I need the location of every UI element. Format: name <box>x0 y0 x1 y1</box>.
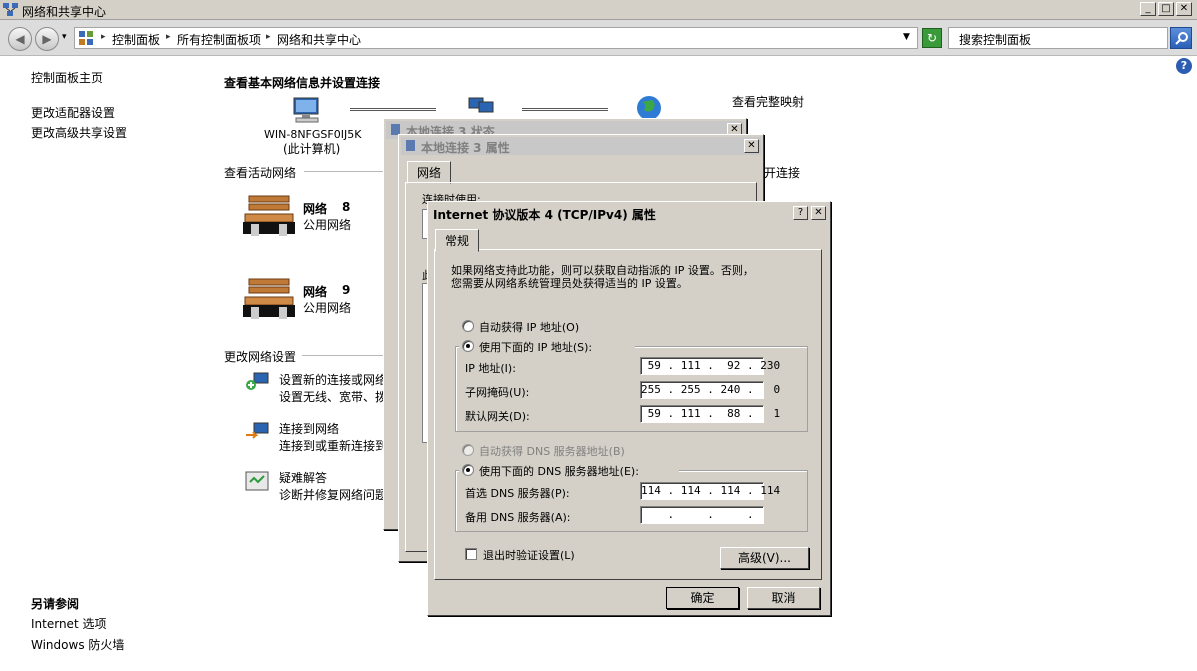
breadcrumb-network-center[interactable]: 网络和共享中心 <box>277 31 361 48</box>
use-dns-label[interactable]: 使用下面的 DNS 服务器地址(E): <box>479 463 639 479</box>
auto-ip-radio[interactable] <box>462 320 474 332</box>
tab-network[interactable]: 网络 <box>407 161 452 184</box>
public-network-bench-icon <box>243 195 295 236</box>
default-gateway-label: 默认网关(D): <box>465 410 530 423</box>
search-icon <box>1175 32 1188 45</box>
dialog-titlebar: 本地连接 3 属性 ✕ <box>401 137 761 155</box>
maximize-button[interactable]: □ <box>1158 2 1174 16</box>
help-icon[interactable]: ? <box>1176 58 1192 74</box>
computer-icon <box>293 97 319 123</box>
troubleshoot-icon <box>245 471 269 491</box>
change-settings-heading: 更改网络设置 <box>224 350 297 364</box>
troubleshoot-desc: 诊断并修复网络问题 <box>279 488 388 502</box>
groupbox-caption: 使用下面的 IP 地址(S): <box>459 338 635 354</box>
alternate-dns-field[interactable]: . . . <box>640 506 764 524</box>
public-network-bench-icon <box>243 278 295 319</box>
network-number: 8 <box>342 200 351 214</box>
refresh-button[interactable]: ↻ <box>922 28 942 48</box>
connect-to-network-link[interactable]: 连接到网络 <box>279 420 339 437</box>
search-button[interactable] <box>1170 27 1192 49</box>
help-button[interactable]: ? <box>793 206 808 220</box>
dialog-titlebar: Internet 协议版本 4 (TCP/IPv4) 属性 ? ✕ <box>430 204 828 222</box>
troubleshoot-link[interactable]: 疑难解答 <box>279 469 327 486</box>
auto-dns-label[interactable]: 自动获得 DNS 服务器地址(B) <box>479 443 625 459</box>
validate-on-exit-label[interactable]: 退出时验证设置(L) <box>483 547 575 563</box>
network-name: 网络 <box>303 285 328 299</box>
network-number: 9 <box>342 283 351 297</box>
close-button[interactable]: ✕ <box>811 206 826 220</box>
page-title: 查看基本网络信息并设置连接 <box>224 76 381 90</box>
recent-pages-chevron-icon[interactable]: ▾ <box>62 32 67 42</box>
dialog-title: 本地连接 3 属性 <box>421 141 510 155</box>
breadcrumb-arrow-icon[interactable]: ▸ <box>166 32 171 42</box>
auto-dns-radio[interactable] <box>462 444 474 456</box>
advanced-button[interactable]: 高级(V)... <box>720 547 809 569</box>
adapter-icon <box>406 140 415 151</box>
breadcrumb-arrow-icon: ▸ <box>101 32 106 42</box>
network-type-link[interactable]: 公用网络 <box>303 299 351 316</box>
breadcrumb-arrow-icon[interactable]: ▸ <box>266 32 271 42</box>
disconnect-link[interactable]: 开连接 <box>764 164 800 181</box>
tab-panel: 如果网络支持此功能，则可以获取自动指派的 IP 设置。否则， 您需要从网络系统管… <box>434 249 822 580</box>
window-title: 网络和共享中心 <box>22 5 107 19</box>
subnet-mask-field[interactable]: 255 . 255 . 240 . 0 <box>640 381 780 399</box>
internet-globe-icon <box>637 96 661 120</box>
validate-on-exit-checkbox[interactable] <box>465 548 477 560</box>
connect-to-network-desc: 连接到或重新连接到 <box>279 439 388 453</box>
preferred-dns-field[interactable]: 114 . 114 . 114 . 114 <box>640 482 780 500</box>
preferred-dns-label: 首选 DNS 服务器(P): <box>465 487 570 500</box>
active-networks-heading: 查看活动网络 <box>224 166 297 180</box>
network-type-link[interactable]: 公用网络 <box>303 216 351 233</box>
section-divider <box>302 355 384 356</box>
view-full-map-link[interactable]: 查看完整映射 <box>732 93 804 110</box>
cancel-button[interactable]: 取消 <box>747 587 820 609</box>
see-also-title: 另请参阅 <box>31 597 80 611</box>
breadcrumb-all-items[interactable]: 所有控制面板项 <box>177 31 261 48</box>
ip-address-field[interactable]: 59 . 111 . 92 . 230 <box>640 357 780 375</box>
window-titlebar: 网络和共享中心 _ □ ✕ <box>0 0 1197 20</box>
change-advanced-sharing-link[interactable]: 更改高级共享设置 <box>31 124 127 141</box>
ip-address-label: IP 地址(I): <box>465 362 516 375</box>
groupbox-caption: 使用下面的 DNS 服务器地址(E): <box>459 462 679 478</box>
network-icon <box>468 97 494 113</box>
tab-general[interactable]: 常规 <box>435 229 480 252</box>
setup-connection-link[interactable]: 设置新的连接或网络 <box>279 371 387 388</box>
section-divider <box>304 171 384 172</box>
back-button[interactable]: ◀ <box>8 27 32 51</box>
ok-button[interactable]: 确定 <box>666 587 739 609</box>
ipv4-properties-dialog: Internet 协议版本 4 (TCP/IPv4) 属性 ? ✕ 常规 如果网… <box>427 201 831 616</box>
network-name: 网络 <box>303 202 328 216</box>
this-computer-label: (此计算机) <box>283 142 341 156</box>
close-button[interactable]: ✕ <box>744 139 759 153</box>
setup-connection-desc: 设置无线、宽带、拨 <box>279 390 388 404</box>
use-ip-label[interactable]: 使用下面的 IP 地址(S): <box>479 339 592 355</box>
dialog-title: Internet 协议版本 4 (TCP/IPv4) 属性 <box>433 208 656 222</box>
network-center-icon <box>3 3 18 16</box>
close-button[interactable]: ✕ <box>1176 2 1192 16</box>
auto-ip-label[interactable]: 自动获得 IP 地址(O) <box>479 319 579 335</box>
alternate-dns-label: 备用 DNS 服务器(A): <box>465 511 571 524</box>
forward-button[interactable]: ▶ <box>35 27 59 51</box>
navigation-bar: ◀ ▶ ▾ ▸ 控制面板 ▸ 所有控制面板项 ▸ 网络和共享中心 ▼ ↻ 搜索控… <box>0 20 1197 56</box>
connect-to-network-icon <box>246 422 269 439</box>
address-bar[interactable]: ▸ 控制面板 ▸ 所有控制面板项 ▸ 网络和共享中心 ▼ <box>74 27 918 49</box>
default-gateway-field[interactable]: 59 . 111 . 88 . 1 <box>640 405 780 423</box>
connection-line <box>522 108 608 111</box>
windows-firewall-link[interactable]: Windows 防火墙 <box>31 636 124 653</box>
control-panel-icon <box>79 31 93 45</box>
subnet-mask-label: 子网掩码(U): <box>465 386 530 399</box>
internet-options-link[interactable]: Internet 选项 <box>31 615 106 632</box>
address-dropdown-icon[interactable]: ▼ <box>903 32 910 42</box>
setup-connection-icon <box>246 372 269 390</box>
change-adapter-settings-link[interactable]: 更改适配器设置 <box>31 104 115 121</box>
intro-text-line2: 您需要从网络系统管理员处获得适当的 IP 设置。 <box>451 277 688 290</box>
search-input[interactable]: 搜索控制面板 <box>948 27 1168 49</box>
breadcrumb-control-panel[interactable]: 控制面板 <box>112 31 160 48</box>
connection-line <box>350 108 436 111</box>
control-panel-home-link[interactable]: 控制面板主页 <box>31 69 103 86</box>
use-ip-radio[interactable] <box>462 340 474 352</box>
minimize-button[interactable]: _ <box>1140 2 1156 16</box>
use-dns-radio[interactable] <box>462 464 474 476</box>
